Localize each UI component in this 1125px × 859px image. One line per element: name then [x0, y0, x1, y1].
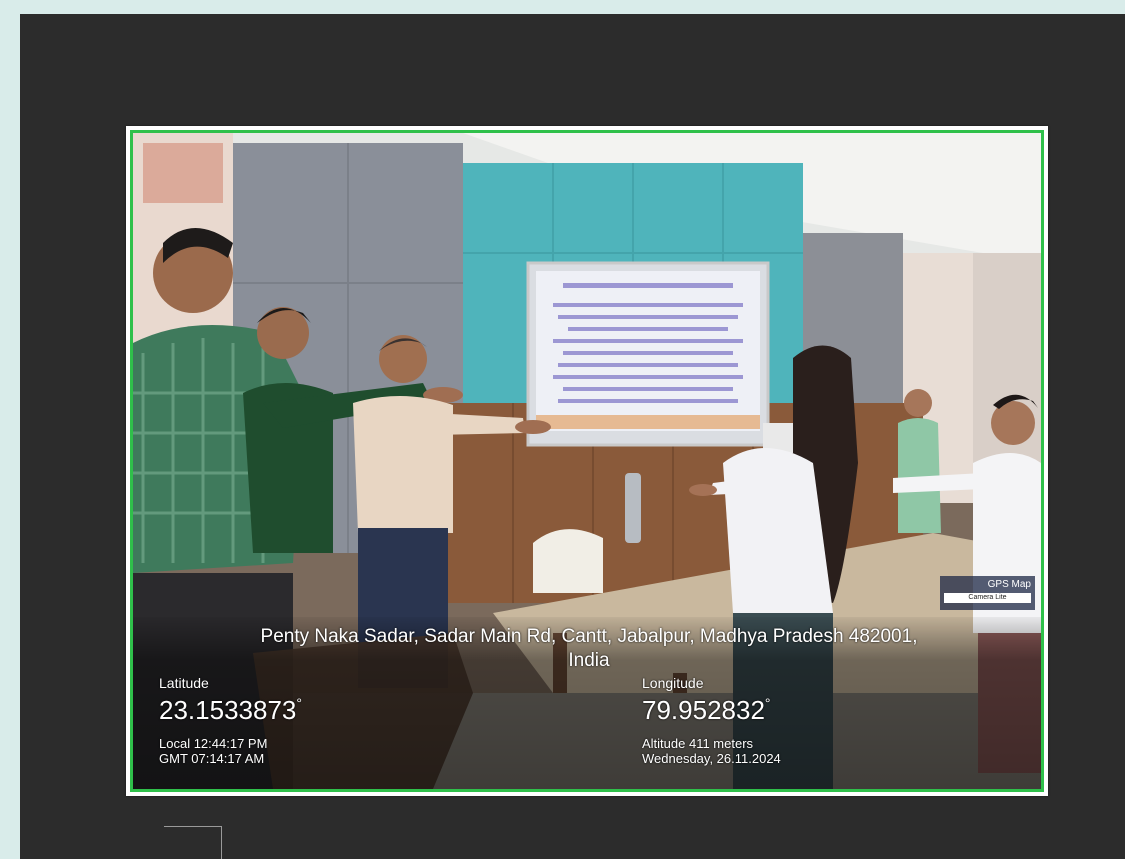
document-viewer: GPS Map Camera Lite Penty Naka Sadar, Sa…	[20, 14, 1125, 859]
address-text: Penty Naka Sadar, Sadar Main Rd, Cantt, …	[143, 625, 1035, 673]
page-corner-marker	[164, 826, 222, 859]
latitude-block: Latitude 23.1533873° Local 12:44:17 PM G…	[159, 675, 302, 766]
photo-frame: GPS Map Camera Lite Penty Naka Sadar, Sa…	[126, 126, 1048, 796]
longitude-degree: °	[764, 695, 771, 711]
longitude-value-row: 79.952832°	[642, 695, 781, 726]
altitude: Altitude 411 meters	[642, 736, 754, 751]
latitude-degree: °	[296, 695, 302, 711]
address-line-1: Penty Naka Sadar, Sadar Main Rd, Cantt, …	[260, 626, 918, 647]
gps-badge-subtitle: Camera Lite	[944, 593, 1031, 603]
latitude-value-row: 23.1533873°	[159, 695, 302, 726]
local-time: Local 12:44:17 PM	[159, 736, 268, 751]
address-line-2: India	[568, 650, 610, 671]
longitude-value: 79.952832	[642, 695, 765, 725]
geo-info-overlay: Penty Naka Sadar, Sadar Main Rd, Cantt, …	[133, 617, 1041, 789]
gmt-time: GMT 07:14:17 AM	[159, 751, 265, 766]
gps-map-camera-badge: GPS Map Camera Lite	[940, 576, 1035, 610]
geotagged-photo[interactable]: GPS Map Camera Lite Penty Naka Sadar, Sa…	[130, 130, 1044, 792]
latitude-value: 23.1533873	[159, 695, 297, 725]
longitude-label: Longitude	[642, 675, 704, 691]
gps-badge-title: GPS Map	[987, 579, 1031, 590]
longitude-block: Longitude 79.952832° Altitude 411 meters…	[642, 675, 781, 766]
capture-date: Wednesday, 26.11.2024	[642, 751, 781, 766]
latitude-label: Latitude	[159, 675, 209, 691]
